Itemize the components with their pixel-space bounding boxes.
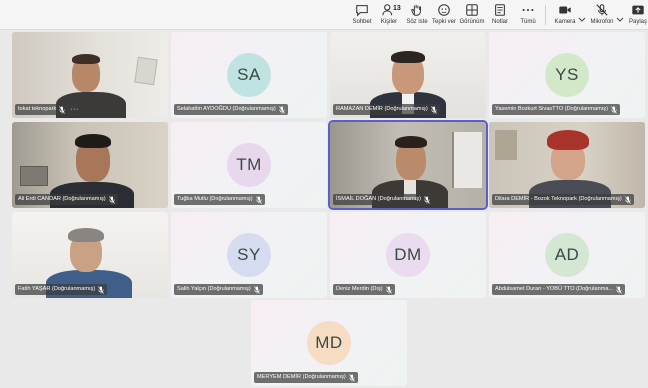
mic-off-icon (385, 285, 392, 294)
react-label: Tepki ver (432, 19, 457, 25)
participant-name: Fatih YAŞAR (Doğrulanmamış) (18, 286, 96, 292)
participant-name-tag: RAMAZAN DEMİR (Doğrulanmamış) (333, 104, 440, 115)
mic-off-icon (430, 105, 437, 114)
raise-hand-button[interactable]: Söz iste (405, 2, 429, 28)
people-label: Kişiler (380, 19, 398, 25)
notes-label: Notlar (491, 19, 508, 25)
mic-off-icon (254, 285, 260, 294)
avatar: YS (545, 53, 589, 97)
participant-tile[interactable]: Fatih YAŞAR (Doğrulanmamış) (12, 212, 168, 298)
mic-off-icon (278, 105, 285, 114)
mic-off-icon (624, 195, 631, 204)
more-dots-icon (519, 2, 537, 17)
participant-tile[interactable]: RAMAZAN DEMİR (Doğrulanmamış) (330, 32, 486, 118)
mic-off-icon (59, 105, 66, 114)
participant-tile[interactable]: Ali Erdi CANDAR (Doğrulanmamış) (12, 122, 168, 208)
raise-hand-label: Söz iste (406, 19, 428, 25)
participant-tile[interactable]: AD Abdulsamet Duran - YOBÜ TTO (Doğrulan… (489, 212, 645, 298)
participant-name: MERYEM DEMİR (Doğrulanmamış) (257, 374, 346, 380)
meeting-toolbar: Sohbet 13 Kişiler Söz iste Tepki ver Gör… (0, 0, 648, 30)
participant-tile[interactable]: tokat teknopark ··· (12, 32, 168, 118)
participant-name-tag: Yasemin Bozkurt SivasTTO (Doğrulanmamış) (492, 104, 620, 115)
camera-button[interactable]: Kamera (552, 2, 578, 28)
participant-name-tag: Salih Yalçın (Doğrulanmamış) (174, 284, 263, 295)
chat-label: Sohbet (352, 19, 372, 25)
participant-name-tag: Abdulsamet Duran - YOBÜ TTO (Doğrulanma.… (492, 284, 626, 295)
participant-name: Dilara DEMİR - Bozok Teknopark (Doğrulan… (495, 196, 622, 202)
participant-name: Tuğba Mutlu (Doğrulanmamış) (177, 196, 253, 202)
mic-button[interactable]: Mikrofon (588, 2, 616, 28)
participant-tile[interactable]: TM Tuğba Mutlu (Doğrulanmamış) (171, 122, 327, 208)
grid-view-icon (463, 2, 481, 17)
chat-icon (353, 2, 371, 17)
participant-name-tag: Dilara DEMİR - Bozok Teknopark (Doğrulan… (492, 194, 634, 205)
participant-tile[interactable]: DM Deniz Merdin (Dış) (330, 212, 486, 298)
participant-tile[interactable]: MD MERYEM DEMİR (Doğrulanmamış) (251, 300, 407, 386)
participant-tile[interactable]: SY Salih Yalçın (Doğrulanmamış) (171, 212, 327, 298)
avatar: TM (227, 143, 271, 187)
participant-name: Deniz Merdin (Dış) (336, 286, 383, 292)
participant-name: Salih Yalçın (Doğrulanmamış) (177, 286, 251, 292)
participant-name: RAMAZAN DEMİR (Doğrulanmamış) (336, 106, 428, 112)
react-button[interactable]: Tepki ver (432, 2, 456, 28)
participant-name-tag: Selahattin AYDOĞDU (Doğrulanmamış) (174, 104, 288, 115)
mic-off-icon (255, 195, 262, 204)
participant-name-tag: Ali Erdi CANDAR (Doğrulanmamış) (15, 194, 118, 205)
participant-name-tag: Tuğba Mutlu (Doğrulanmamış) (174, 194, 265, 205)
notes-button[interactable]: Notlar (488, 2, 512, 28)
more-button[interactable]: Tümü (516, 2, 540, 28)
mic-off-icon (424, 195, 430, 204)
participant-tile[interactable]: YS Yasemin Bozkurt SivasTTO (Doğrulanmam… (489, 32, 645, 118)
avatar: MD (307, 321, 351, 365)
avatar: AD (545, 233, 589, 277)
share-screen-icon (629, 2, 647, 17)
mic-off-icon (616, 285, 622, 294)
raise-hand-icon (408, 2, 426, 17)
notes-icon (491, 2, 509, 17)
people-button[interactable]: 13 Kişiler (377, 2, 401, 28)
more-options-icon[interactable]: ··· (70, 106, 79, 113)
avatar: SY (227, 233, 271, 277)
participant-name-tag: Fatih YAŞAR (Doğrulanmamış) (15, 284, 108, 295)
toolbar-divider (545, 5, 546, 25)
participant-tile[interactable]: Dilara DEMİR - Bozok Teknopark (Doğrulan… (489, 122, 645, 208)
participant-name: Abdulsamet Duran - YOBÜ TTO (Doğrulanma.… (495, 286, 614, 292)
participant-name: Yasemin Bozkurt SivasTTO (Doğrulanmamış) (495, 106, 608, 112)
view-label: Görünüm (459, 19, 485, 25)
participant-tile-active-speaker[interactable]: İSMAİL DOĞAN (Doğrulanmamış) (330, 122, 486, 208)
participant-name-tag: tokat teknopark ··· (15, 104, 82, 115)
participant-name: İSMAİL DOĞAN (Doğrulanmamış) (336, 196, 421, 202)
camera-chevron-down-icon[interactable] (578, 10, 586, 22)
emoji-icon (435, 2, 453, 17)
participant-tile[interactable]: SA Selahattin AYDOĞDU (Doğrulanmamış) (171, 32, 327, 118)
chat-button[interactable]: Sohbet (350, 2, 374, 28)
mic-off-icon (98, 285, 104, 294)
avatar: DM (386, 233, 430, 277)
more-label: Tümü (520, 19, 536, 25)
people-count: 13 (393, 5, 401, 12)
mic-muted-icon (593, 2, 611, 17)
participant-name: Ali Erdi CANDAR (Doğrulanmamış) (18, 196, 106, 202)
avatar: SA (227, 53, 271, 97)
participant-name-tag: MERYEM DEMİR (Doğrulanmamış) (254, 372, 358, 383)
mic-label: Mikrofon (590, 19, 614, 25)
mic-chevron-down-icon[interactable] (616, 10, 624, 22)
mic-off-icon (108, 195, 115, 204)
mic-off-icon (611, 105, 617, 114)
share-button[interactable]: Paylaş (628, 2, 648, 28)
participant-name-tag: Deniz Merdin (Dış) (333, 284, 395, 295)
camera-icon (556, 2, 574, 17)
participant-name-tag: İSMAİL DOĞAN (Doğrulanmamış) (333, 194, 433, 205)
mic-off-icon (349, 373, 355, 382)
participant-name: Selahattin AYDOĞDU (Doğrulanmamış) (177, 106, 276, 112)
view-button[interactable]: Görünüm (459, 2, 485, 28)
camera-label: Kamera (554, 19, 576, 25)
participant-name: tokat teknopark (18, 106, 57, 112)
share-label: Paylaş (628, 19, 647, 25)
